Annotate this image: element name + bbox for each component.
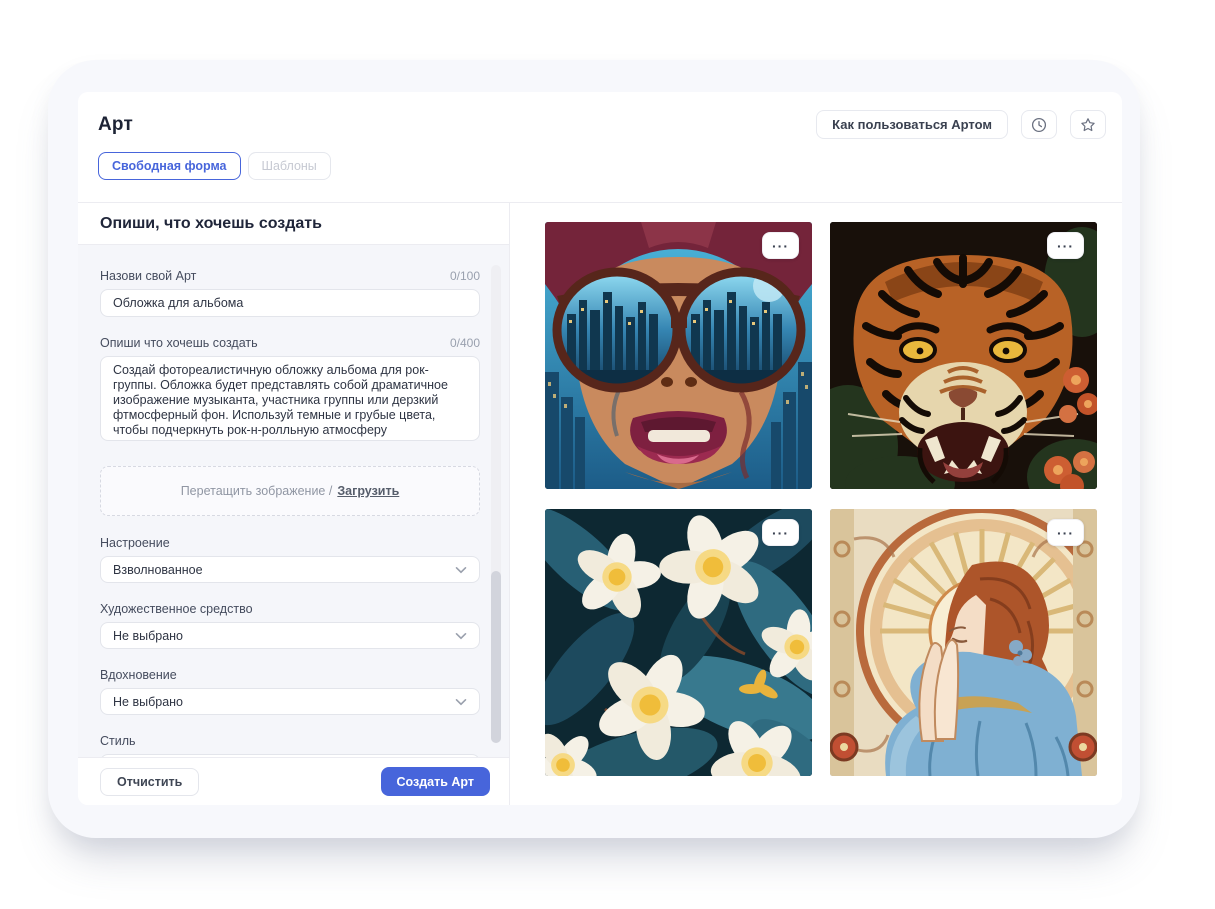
app-header: Арт Как пользоваться Артом [78,92,1122,203]
style-label: Стиль [100,734,136,748]
art-description-input[interactable]: Создай фотореалистичную обложку альбома … [100,356,480,441]
ellipsis-icon: ··· [772,241,789,251]
ellipsis-icon: ··· [1057,241,1074,251]
art-description-label: Опиши что хочешь создать [100,336,258,350]
inspiration-select[interactable]: Не выбрано [100,688,480,715]
art-generator-page: Арт Как пользоваться Артом [0,0,1215,909]
art-gallery: ··· [510,203,1122,805]
image-menu-button[interactable]: ··· [1047,232,1084,259]
art-name-input[interactable] [100,289,480,317]
image-menu-button[interactable]: ··· [1047,519,1084,546]
medium-select[interactable]: Не выбрано [100,622,480,649]
form-scroll-area: Назови свой Арт 0/100 Опиши что хочешь с… [78,245,509,757]
mood-select-value: Взволнованное [113,563,203,577]
style-select[interactable] [100,754,480,757]
tab-templates[interactable]: Шаблоны [248,152,331,180]
chevron-down-icon [455,563,467,577]
medium-label: Художественное средство [100,602,253,616]
history-button[interactable] [1021,110,1057,139]
image-menu-button[interactable]: ··· [762,232,799,259]
art-image-praying-woman[interactable]: ··· [830,509,1097,776]
generated-art-2 [830,222,1097,489]
art-description-counter: 0/400 [450,336,480,350]
page-title: Арт [98,114,133,136]
form-scrollbar-thumb[interactable] [491,571,501,743]
art-image-plumeria[interactable]: ··· [545,509,812,776]
tab-free-form[interactable]: Свободная форма [98,152,241,180]
clear-button[interactable]: Отчистить [100,768,199,796]
image-dropzone[interactable]: Перетащить зображение / Загрузить [100,466,480,516]
form-heading: Опиши, что хочешь создать [78,203,509,245]
form-mode-tabs: Свободная форма Шаблоны [78,139,1122,180]
art-name-counter: 0/100 [450,269,480,283]
create-art-button[interactable]: Создать Арт [381,767,491,796]
chevron-down-icon [455,695,467,709]
content-panel: Арт Как пользоваться Артом [78,92,1122,805]
dropzone-text: Перетащить зображение / [181,484,333,498]
form-scrollbar[interactable] [491,265,501,743]
ellipsis-icon: ··· [1057,528,1074,538]
mood-label: Настроение [100,536,170,550]
creation-form-panel: Опиши, что хочешь создать Назови свой Ар… [78,203,510,805]
image-menu-button[interactable]: ··· [762,519,799,546]
chevron-down-icon [455,629,467,643]
mood-select[interactable]: Взволнованное [100,556,480,583]
main-card: Арт Как пользоваться Артом [48,60,1140,838]
generated-art-3 [545,509,812,776]
inspiration-label: Вдохновение [100,668,177,682]
ellipsis-icon: ··· [772,528,789,538]
help-button[interactable]: Как пользоваться Артом [816,110,1008,139]
medium-select-value: Не выбрано [113,629,183,643]
generated-art-4 [830,509,1097,776]
inspiration-select-value: Не выбрано [113,695,183,709]
generated-art-1 [545,222,812,489]
star-icon [1080,117,1096,133]
art-name-label: Назови свой Арт [100,269,196,283]
favorite-button[interactable] [1070,110,1106,139]
clock-icon [1031,117,1047,133]
art-image-tiger[interactable]: ··· [830,222,1097,489]
art-image-woman-sunglasses[interactable]: ··· [545,222,812,489]
form-footer: Отчистить Создать Арт [78,757,509,805]
upload-link[interactable]: Загрузить [337,484,399,498]
